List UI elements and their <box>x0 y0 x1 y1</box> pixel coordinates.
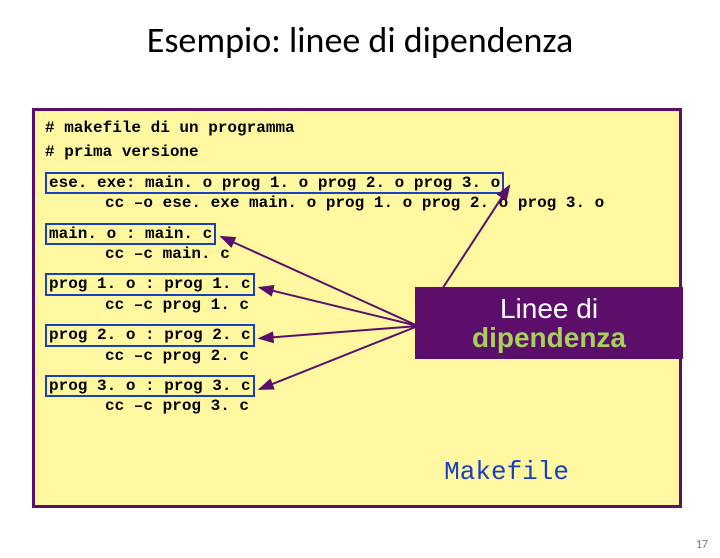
callout-text: Linee di <box>500 294 598 323</box>
command-line: cc –c main. c <box>105 245 669 263</box>
dependency-line: ese. exe: main. o prog 1. o prog 2. o pr… <box>45 172 504 194</box>
dependency-line: prog 2. o : prog 2. c <box>45 324 255 346</box>
command-line: cc –c prog 3. c <box>105 397 669 415</box>
callout-box: Linee di dipendenza <box>415 287 683 359</box>
comment-line: # makefile di un programma <box>45 119 669 137</box>
makefile-label: Makefile <box>444 457 569 487</box>
dependency-line: prog 3. o : prog 3. c <box>45 375 255 397</box>
command-line: cc –o ese. exe main. o prog 1. o prog 2.… <box>105 194 669 212</box>
slide-title: Esempio: linee di dipendenza <box>0 18 720 62</box>
page-number: 17 <box>696 538 708 552</box>
dependency-line: main. o : main. c <box>45 223 216 245</box>
dependency-line: prog 1. o : prog 1. c <box>45 273 255 295</box>
comment-line: # prima versione <box>45 143 669 161</box>
callout-text-accent: dipendenza <box>472 323 626 352</box>
makefile-box: # makefile di un programma # prima versi… <box>32 108 682 508</box>
